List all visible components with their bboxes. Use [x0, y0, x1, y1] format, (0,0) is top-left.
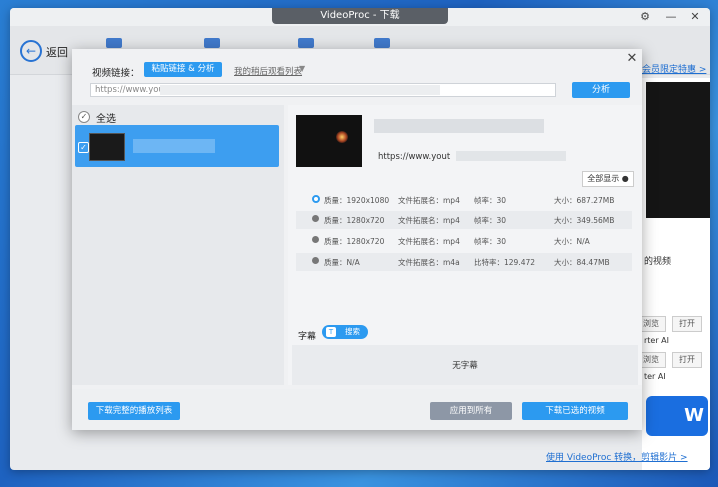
detail-url-redacted: [456, 151, 566, 161]
right-text-ai-1: rter AI: [644, 336, 670, 345]
dialog-footer: 下载完整的播放列表 应用到所有 下载已选的视频: [72, 389, 642, 430]
format-rate: 帧率：30: [474, 216, 507, 225]
format-size: 大小：687.27MB: [554, 196, 615, 205]
format-quality: 质量：1280x720: [324, 237, 385, 246]
subtitle-search-label: 搜索: [345, 327, 360, 336]
open-button[interactable]: 打开: [672, 316, 702, 332]
analyze-button[interactable]: 分析: [572, 82, 630, 98]
format-ext: 文件拓展名：mp4: [398, 196, 460, 205]
check-icon[interactable]: [374, 38, 390, 48]
download-selected-button[interactable]: 下载已选的视频: [522, 402, 628, 420]
format-rate: 比特率：129.472: [474, 258, 536, 267]
url-label: 视频链接：: [92, 68, 140, 79]
select-all-label[interactable]: 全选: [96, 110, 116, 125]
right-text-ai-2: ter AI: [644, 372, 666, 381]
item-title-redacted: [133, 139, 215, 153]
detail-title-redacted: [374, 119, 544, 133]
right-text-video: 的视频: [644, 257, 672, 267]
settings-icon[interactable]: ⚙: [638, 10, 652, 24]
open-button-2[interactable]: 打开: [672, 352, 702, 368]
format-size: 大小：84.47MB: [554, 258, 610, 267]
paste-analyze-button[interactable]: 粘贴链接 & 分析: [144, 62, 222, 77]
back-arrow-icon[interactable]: ←: [20, 40, 42, 62]
format-size: 大小：N/A: [554, 237, 590, 246]
format-ext: 文件拓展名：mp4: [398, 237, 460, 246]
format-quality: 质量：N/A: [324, 258, 360, 267]
radio-button[interactable]: [312, 215, 319, 222]
video-details: https://www.yout 全部显示 ● 质量：1920x1080 文件拓…: [288, 105, 642, 385]
download-dialog: ✕ 视频链接： 粘贴链接 & 分析 我的稍后观看列表 ▼ 分析 ✓ 全选 ✓ h…: [72, 49, 642, 430]
apply-all-button[interactable]: 应用到所有: [430, 402, 512, 420]
show-all-label: 全部显示: [587, 174, 620, 183]
list-item[interactable]: ✓: [75, 125, 279, 167]
format-rate: 帧率：30: [474, 196, 507, 205]
video-list: ✓ 全选 ✓: [72, 105, 284, 385]
format-row[interactable]: 质量：1280x720 文件拓展名：mp4 帧率：30 大小：349.56MB: [296, 211, 632, 229]
format-size: 大小：349.56MB: [554, 216, 615, 225]
format-row[interactable]: 质量：N/A 文件拓展名：m4a 比特率：129.472 大小：84.47MB: [296, 253, 632, 271]
select-all-checkbox[interactable]: ✓: [78, 111, 90, 123]
close-icon[interactable]: ✕: [625, 52, 639, 66]
subtitle-box: 无字幕: [292, 345, 638, 385]
item-checkbox[interactable]: ✓: [78, 142, 89, 153]
subtitle-icon: T: [326, 327, 336, 337]
title-bar: VideoProc - 下载 ⚙ — ✕: [10, 8, 710, 26]
delete-icon[interactable]: [298, 38, 314, 48]
chevron-down-icon[interactable]: ▼: [299, 64, 305, 73]
format-quality: 质量：1280x720: [324, 216, 385, 225]
promo-link[interactable]: 会员限定特惠 >: [642, 62, 710, 75]
format-row[interactable]: 质量：1280x720 文件拓展名：mp4 帧率：30 大小：N/A: [296, 232, 632, 250]
expand-icon: ●: [621, 174, 629, 183]
show-all-button[interactable]: 全部显示 ●: [582, 171, 634, 187]
format-ext: 文件拓展名：mp4: [398, 216, 460, 225]
format-ext: 文件拓展名：m4a: [398, 258, 460, 267]
detail-thumbnail: [296, 115, 362, 167]
watch-later-link[interactable]: 我的稍后观看列表: [234, 65, 302, 77]
download-playlist-button[interactable]: 下载完整的播放列表: [88, 402, 180, 420]
url-redacted: [160, 85, 440, 95]
add-video-icon[interactable]: [106, 38, 122, 48]
close-window-icon[interactable]: ✕: [688, 10, 702, 24]
radio-button[interactable]: [312, 257, 319, 264]
minimize-icon[interactable]: —: [664, 10, 678, 24]
format-rate: 帧率：30: [474, 237, 507, 246]
format-row[interactable]: 质量：1920x1080 文件拓展名：mp4 帧率：30 大小：687.27MB: [296, 191, 632, 209]
back-label[interactable]: 返回: [46, 44, 68, 60]
no-subtitle-text: 无字幕: [452, 361, 478, 371]
video-thumbnail: [89, 133, 125, 161]
right-panel: 会员限定特惠 > 的视频 浏览 打开 rter AI 浏览 打开 ter AI …: [636, 65, 710, 470]
detail-url: https://www.yout: [378, 152, 451, 162]
subtitle-label: 字幕: [298, 332, 317, 342]
radio-selected[interactable]: [312, 195, 320, 203]
subtitle-search-button[interactable]: T 搜索: [322, 325, 368, 339]
radio-button[interactable]: [312, 236, 319, 243]
convert-edit-link[interactable]: 使用 VideoProc 转换，剪辑影片 >: [546, 450, 688, 463]
run-button[interactable]: W: [646, 396, 708, 436]
format-quality: 质量：1920x1080: [324, 196, 390, 205]
add-music-icon[interactable]: [204, 38, 220, 48]
thumbnail-highlight: [336, 131, 348, 143]
window-title: VideoProc - 下载: [272, 8, 448, 24]
preview-video: [646, 82, 710, 218]
